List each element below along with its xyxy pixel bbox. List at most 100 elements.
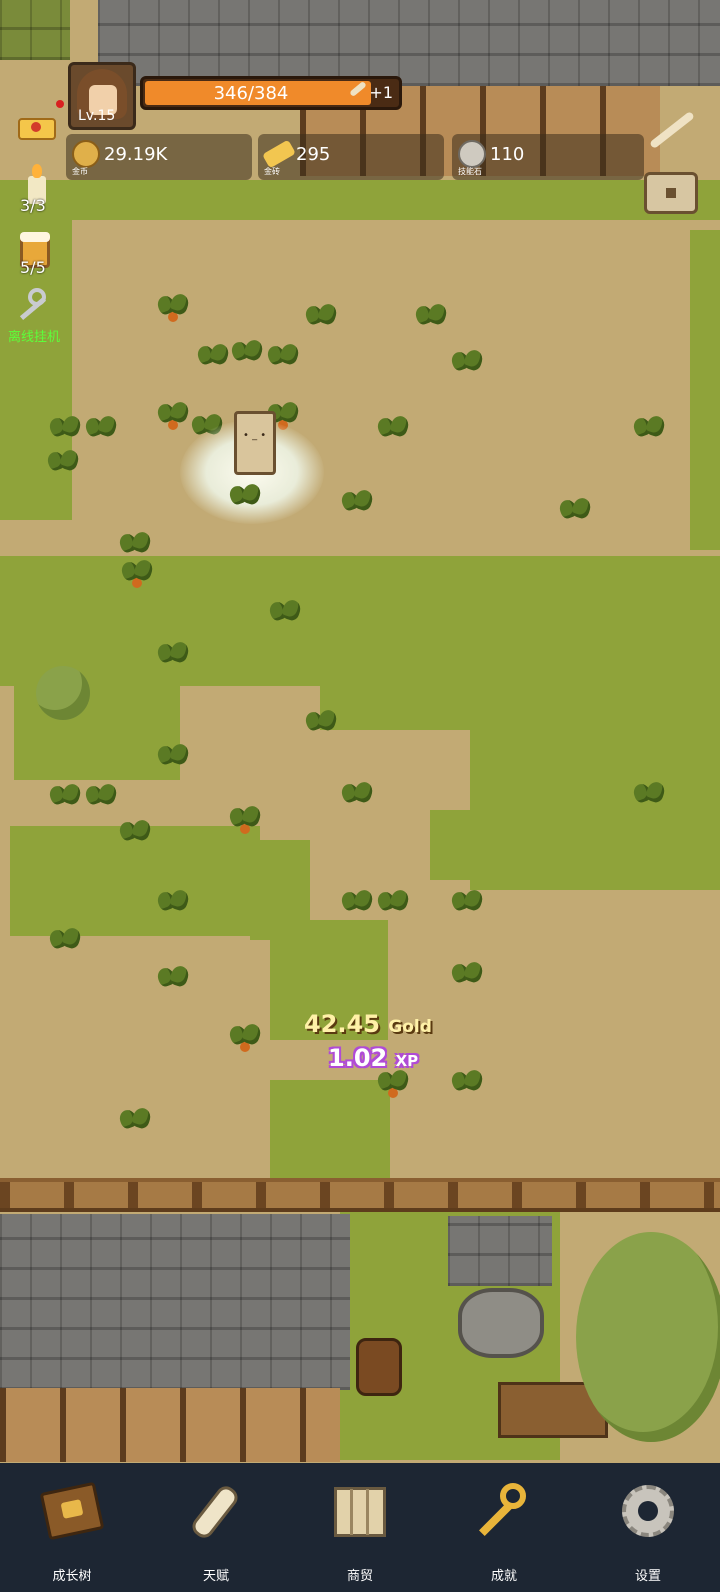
plant [118,1104,152,1138]
candle-flame [32,164,42,178]
top-left-hedge [0,0,70,60]
plant [450,1066,484,1100]
plant [450,958,484,992]
large-tree [576,1232,720,1442]
plant [340,778,374,812]
plant [340,886,374,920]
notification-dot [56,100,64,108]
plant [304,300,338,334]
gold-bar-icon [262,139,296,169]
house-wall [0,1388,340,1462]
hp-regen: +1 [369,83,393,102]
plant [266,340,300,374]
gold-coin-icon [72,140,100,168]
barrel [356,1338,402,1396]
house-roof [0,1214,350,1390]
plant [230,336,264,370]
gold-coin-label: 金币 [72,167,88,176]
plant [558,494,592,528]
wooden-fence [0,1178,720,1212]
hp-bar: 346/384 +1 [140,76,402,110]
gold-bar-panel[interactable]: 295 金砖 [258,134,444,180]
plant [340,486,374,520]
scroll-icon [186,1481,246,1542]
hp-text: 346/384 [213,83,289,104]
grass-bottom-center [270,1080,390,1180]
nav-settings-label: 设置 [634,1569,661,1584]
gold-coin-panel[interactable]: 29.19K 金币 [66,134,252,180]
plant [268,596,302,630]
nav-settings[interactable]: 设置 [576,1463,720,1592]
plant [156,962,190,996]
nav-trade[interactable]: 商贸 [288,1463,432,1592]
player-level: Lv.15 [78,108,116,124]
plant [632,778,666,812]
nav-achievement[interactable]: 成就 [432,1463,576,1592]
plant [156,638,190,672]
gear-icon [618,1481,678,1541]
carrot-plant [120,556,154,590]
gold-coin-value: 29.19K [104,144,168,165]
plant [304,706,338,740]
key-icon [474,1481,534,1541]
chest-lock [666,188,676,198]
grass-middle-band [0,556,720,686]
gold-reward-unit: Gold [388,1017,432,1037]
plant [84,412,118,446]
plant [156,740,190,774]
floating-gold-reward: 42.45 Gold [304,1010,432,1038]
carrot-plant [156,290,190,324]
map-icon [330,1481,390,1541]
auto-idle-label[interactable]: 离线挂机 [8,326,60,345]
bottom-nav: 成长树 天赋 商贸 成就 设置 [0,1463,720,1592]
xp-reward-value: 1.02 [328,1044,388,1072]
plant [48,924,82,958]
bone-shape [649,110,695,150]
stone-well[interactable] [458,1288,544,1358]
nav-talent[interactable]: 天赋 [144,1463,288,1592]
auto-key-icon[interactable] [14,286,62,326]
floating-xp-reward: 1.02 XP [328,1044,418,1072]
grass-right-block [470,720,720,890]
gold-bar-value: 295 [296,144,331,165]
training-dummy[interactable]: • _ • [234,411,276,475]
skill-stone-icon [458,140,486,168]
plant [196,340,230,374]
gold-bar-label: 金砖 [264,167,280,176]
well-roof [448,1216,552,1286]
grass-top-strip [0,180,720,220]
plant [228,480,262,514]
bone-quest-icon[interactable] [644,104,698,152]
beer-count: 5/5 [20,258,46,277]
nav-growth-tree[interactable]: 成长树 [0,1463,144,1592]
candle-count: 3/3 [20,196,46,215]
nav-trade-label: 商贸 [346,1569,373,1584]
crown-icon[interactable] [14,104,60,144]
nav-growth-tree-label: 成长树 [52,1569,92,1584]
plant [376,412,410,446]
nav-achievement-label: 成就 [490,1569,517,1584]
xp-reward-unit: XP [395,1052,419,1070]
treasure-chest-icon[interactable] [642,166,700,216]
plant [84,780,118,814]
book-icon [39,1481,105,1541]
skill-stone-panel[interactable]: 110 技能石 [452,134,644,180]
plant [46,446,80,480]
top-building-roof [98,0,720,86]
plant [48,780,82,814]
carrot-plant [156,398,190,432]
gold-reward-value: 42.45 [304,1010,380,1038]
grass-right-top [690,230,720,550]
plant [376,886,410,920]
crown-gem [31,122,41,132]
mug-foam [20,232,50,242]
plant [156,886,190,920]
plant [450,886,484,920]
skill-stone-label: 技能石 [458,167,482,176]
plant [632,412,666,446]
plant [118,816,152,850]
grass-right-notch [430,810,490,880]
carrot-plant [228,802,262,836]
game-scene[interactable]: • _ • 42.45 Gold 1.02 XP [0,0,720,1592]
small-tree [36,666,90,720]
